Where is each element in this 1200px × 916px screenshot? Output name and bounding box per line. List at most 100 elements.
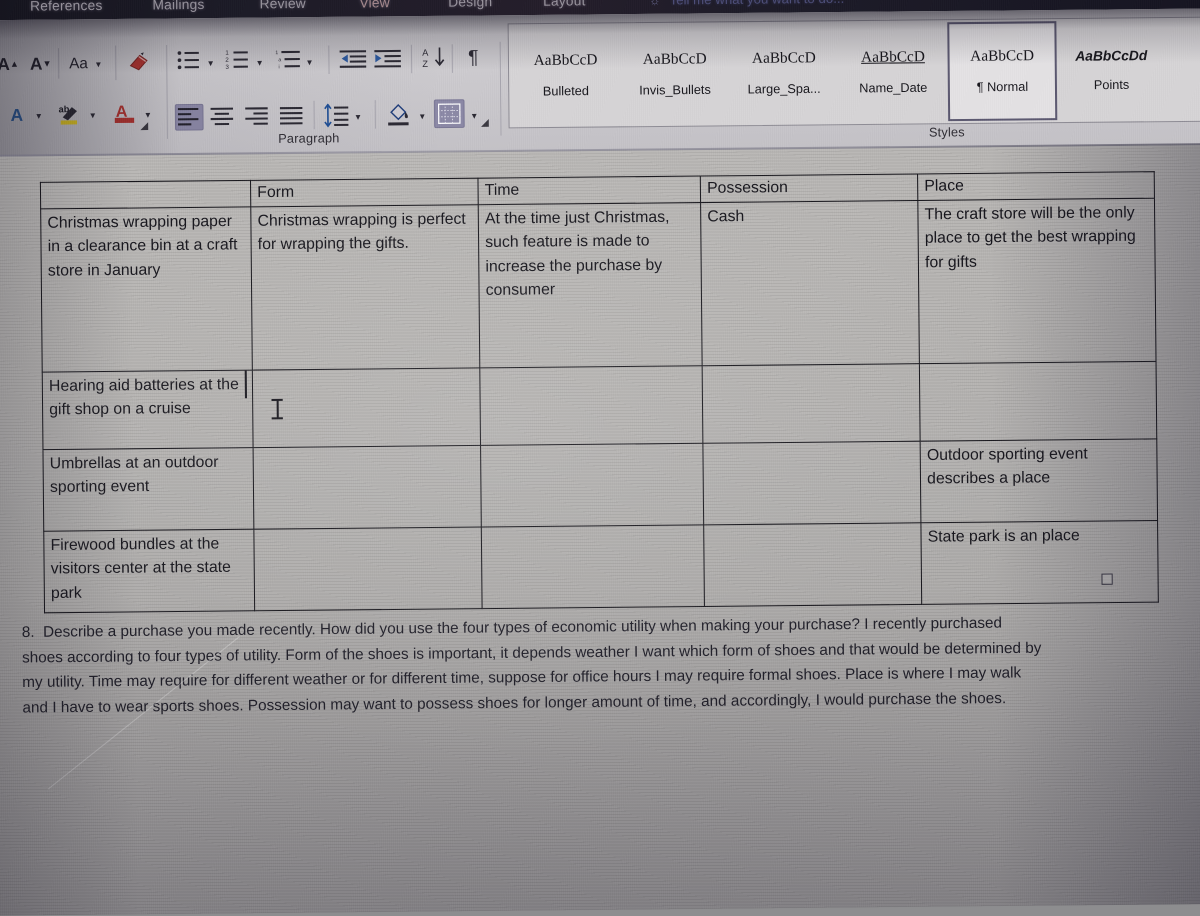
multilevel-list-icon[interactable]: 1 a i [275, 48, 302, 76]
ribbon: A▲ A▼ Aa ▼ • A ▼ ab ▼ A [0, 8, 1200, 156]
answer-paragraph[interactable]: 8. Describe a purchase you made recently… [22, 611, 1043, 721]
font-color-icon[interactable]: A [113, 100, 138, 125]
chevron-down-icon[interactable]: ▼ [255, 58, 264, 67]
tab-mailings[interactable]: Mailings [152, 0, 204, 12]
tab-review[interactable]: Review [259, 0, 306, 11]
cell-possession[interactable] [702, 363, 921, 443]
svg-text:2: 2 [225, 57, 229, 64]
align-center-icon[interactable] [210, 106, 235, 134]
cell-scenario[interactable]: Firewood bundles at the visitors center … [43, 528, 255, 613]
style-preview: AaBbCcD [751, 49, 816, 67]
divider [374, 100, 376, 129]
clear-formatting-icon[interactable] [126, 49, 151, 74]
svg-text:i: i [278, 64, 279, 70]
style-item-invis-bullets[interactable]: AaBbCcD Invis_Bullets [620, 24, 730, 124]
style-item-name-date[interactable]: AaBbCcD Name_Date [838, 22, 948, 122]
tab-design[interactable]: Design [448, 0, 492, 10]
table-row: Christmas wrapping paper in a clearance … [40, 197, 1157, 372]
chevron-down-icon[interactable]: ▼ [94, 60, 103, 69]
header-cell-form[interactable]: Form [250, 178, 479, 207]
cell-form[interactable] [253, 526, 483, 611]
shrink-font-button[interactable]: A ▼ [29, 52, 52, 75]
style-item-question[interactable]: AaB Que [1165, 19, 1200, 119]
tab-layout[interactable]: Layout [543, 0, 586, 9]
chevron-down-icon[interactable]: ▼ [206, 59, 215, 68]
word-window: References Mailings Review View Design L… [0, 0, 1200, 916]
increase-indent-icon[interactable] [374, 47, 403, 75]
paint-bucket-icon[interactable] [385, 102, 412, 134]
style-item-points[interactable]: AaBbCcDd Points [1056, 20, 1166, 120]
cell-possession[interactable]: Cash [700, 200, 920, 366]
tab-view[interactable]: View [359, 0, 390, 11]
line-spacing-icon[interactable] [323, 103, 350, 133]
table-row: Umbrellas at an outdoor sporting event O… [42, 438, 1158, 531]
table-row: Hearing aid batteries at the gift shop o… [42, 360, 1157, 450]
header-cell-time[interactable]: Time [477, 176, 701, 205]
cell-form[interactable] [253, 444, 482, 529]
borders-button[interactable] [433, 99, 465, 129]
divider [451, 44, 453, 73]
tell-me-search[interactable]: Tell me what you want to do... [669, 0, 844, 8]
chevron-down-icon[interactable]: ▼ [353, 112, 362, 121]
cell-place[interactable]: State park is an place [920, 520, 1159, 604]
cell-scenario[interactable]: Christmas wrapping paper in a clearance … [40, 206, 253, 372]
chevron-down-icon[interactable]: ▼ [470, 111, 479, 120]
cell-time[interactable] [479, 365, 703, 445]
style-item-bulleted[interactable]: AaBbCcD Bulleted [511, 25, 621, 125]
cell-form[interactable]: Christmas wrapping is perfect for wrappi… [250, 204, 480, 370]
style-item-normal[interactable]: AaBbCcD ¶ Normal [947, 21, 1058, 122]
cell-scenario[interactable]: Hearing aid batteries at the gift shop o… [42, 369, 254, 450]
text-effects-icon[interactable]: A [5, 103, 28, 126]
cell-possession[interactable] [703, 522, 922, 607]
document-canvas[interactable]: Form Time Possession Place Christmas wra… [0, 145, 1200, 916]
chevron-down-icon[interactable]: ▼ [34, 111, 43, 120]
paragraph-group-divider [166, 44, 169, 139]
cell-place[interactable]: Outdoor sporting event describes a place [920, 438, 1158, 523]
divider [57, 48, 60, 79]
answer-paragraph-text: 8. Describe a purchase you made recently… [21, 614, 1046, 717]
divider [115, 45, 117, 81]
cell-time[interactable] [480, 442, 704, 527]
cell-scenario[interactable]: Umbrellas at an outdoor sporting event [42, 447, 254, 531]
header-cell-possession[interactable]: Possession [700, 173, 918, 203]
style-name: Name_Date [859, 80, 928, 96]
tab-references[interactable]: References [30, 0, 103, 14]
font-dialog-launcher[interactable]: ◢ [140, 121, 151, 132]
decrease-indent-icon[interactable] [339, 47, 369, 75]
bulleted-list-icon[interactable] [176, 49, 201, 77]
cell-time[interactable]: At the time just Christmas, such feature… [478, 202, 703, 368]
utility-table[interactable]: Form Time Possession Place Christmas wra… [40, 171, 1159, 613]
header-cell-blank[interactable] [40, 180, 251, 209]
align-right-icon[interactable] [244, 105, 269, 133]
cell-place[interactable]: The craft store will be the only place t… [917, 197, 1157, 364]
style-name: ¶ Normal [976, 79, 1029, 95]
header-cell-place[interactable]: Place [917, 171, 1155, 201]
table-row: Firewood bundles at the visitors center … [43, 520, 1159, 613]
align-left-button[interactable] [174, 103, 204, 131]
chevron-down-icon[interactable]: ▼ [305, 58, 314, 67]
pilcrow-icon[interactable]: ¶ [462, 45, 485, 70]
paragraph-group-label: Paragraph [278, 131, 340, 146]
chevron-down-icon[interactable]: ▼ [88, 111, 97, 120]
style-preview: AaBbCcD [970, 47, 1035, 65]
sort-az-icon[interactable]: A Z [422, 45, 447, 75]
styles-group-divider [499, 41, 502, 136]
chevron-down-icon[interactable]: ▼ [418, 112, 427, 121]
justify-icon[interactable] [279, 105, 304, 133]
style-preview: AaBbCcD [642, 51, 707, 68]
table-resize-handle[interactable] [1101, 573, 1113, 585]
svg-text:a: a [278, 57, 281, 63]
change-case-button[interactable]: Aa [66, 53, 91, 74]
chevron-down-icon[interactable]: ▼ [143, 110, 152, 119]
cell-possession[interactable] [702, 440, 921, 525]
numbered-list-icon[interactable]: 1 2 3 [225, 48, 250, 76]
grow-font-button[interactable]: A ▲ [0, 53, 19, 76]
text-highlight-color-icon[interactable]: ab [56, 101, 83, 126]
cell-time[interactable] [481, 524, 705, 609]
styles-gallery[interactable]: AaBbCcD Bulleted AaBbCcD Invis_Bullets A… [507, 16, 1200, 129]
style-name: Large_Spa... [747, 81, 821, 97]
paragraph-dialog-launcher[interactable]: ◢ [481, 117, 492, 128]
style-item-large-spacing[interactable]: AaBbCcD Large_Spa... [729, 23, 839, 123]
cell-form[interactable] [252, 367, 481, 448]
cell-place[interactable] [919, 360, 1157, 441]
